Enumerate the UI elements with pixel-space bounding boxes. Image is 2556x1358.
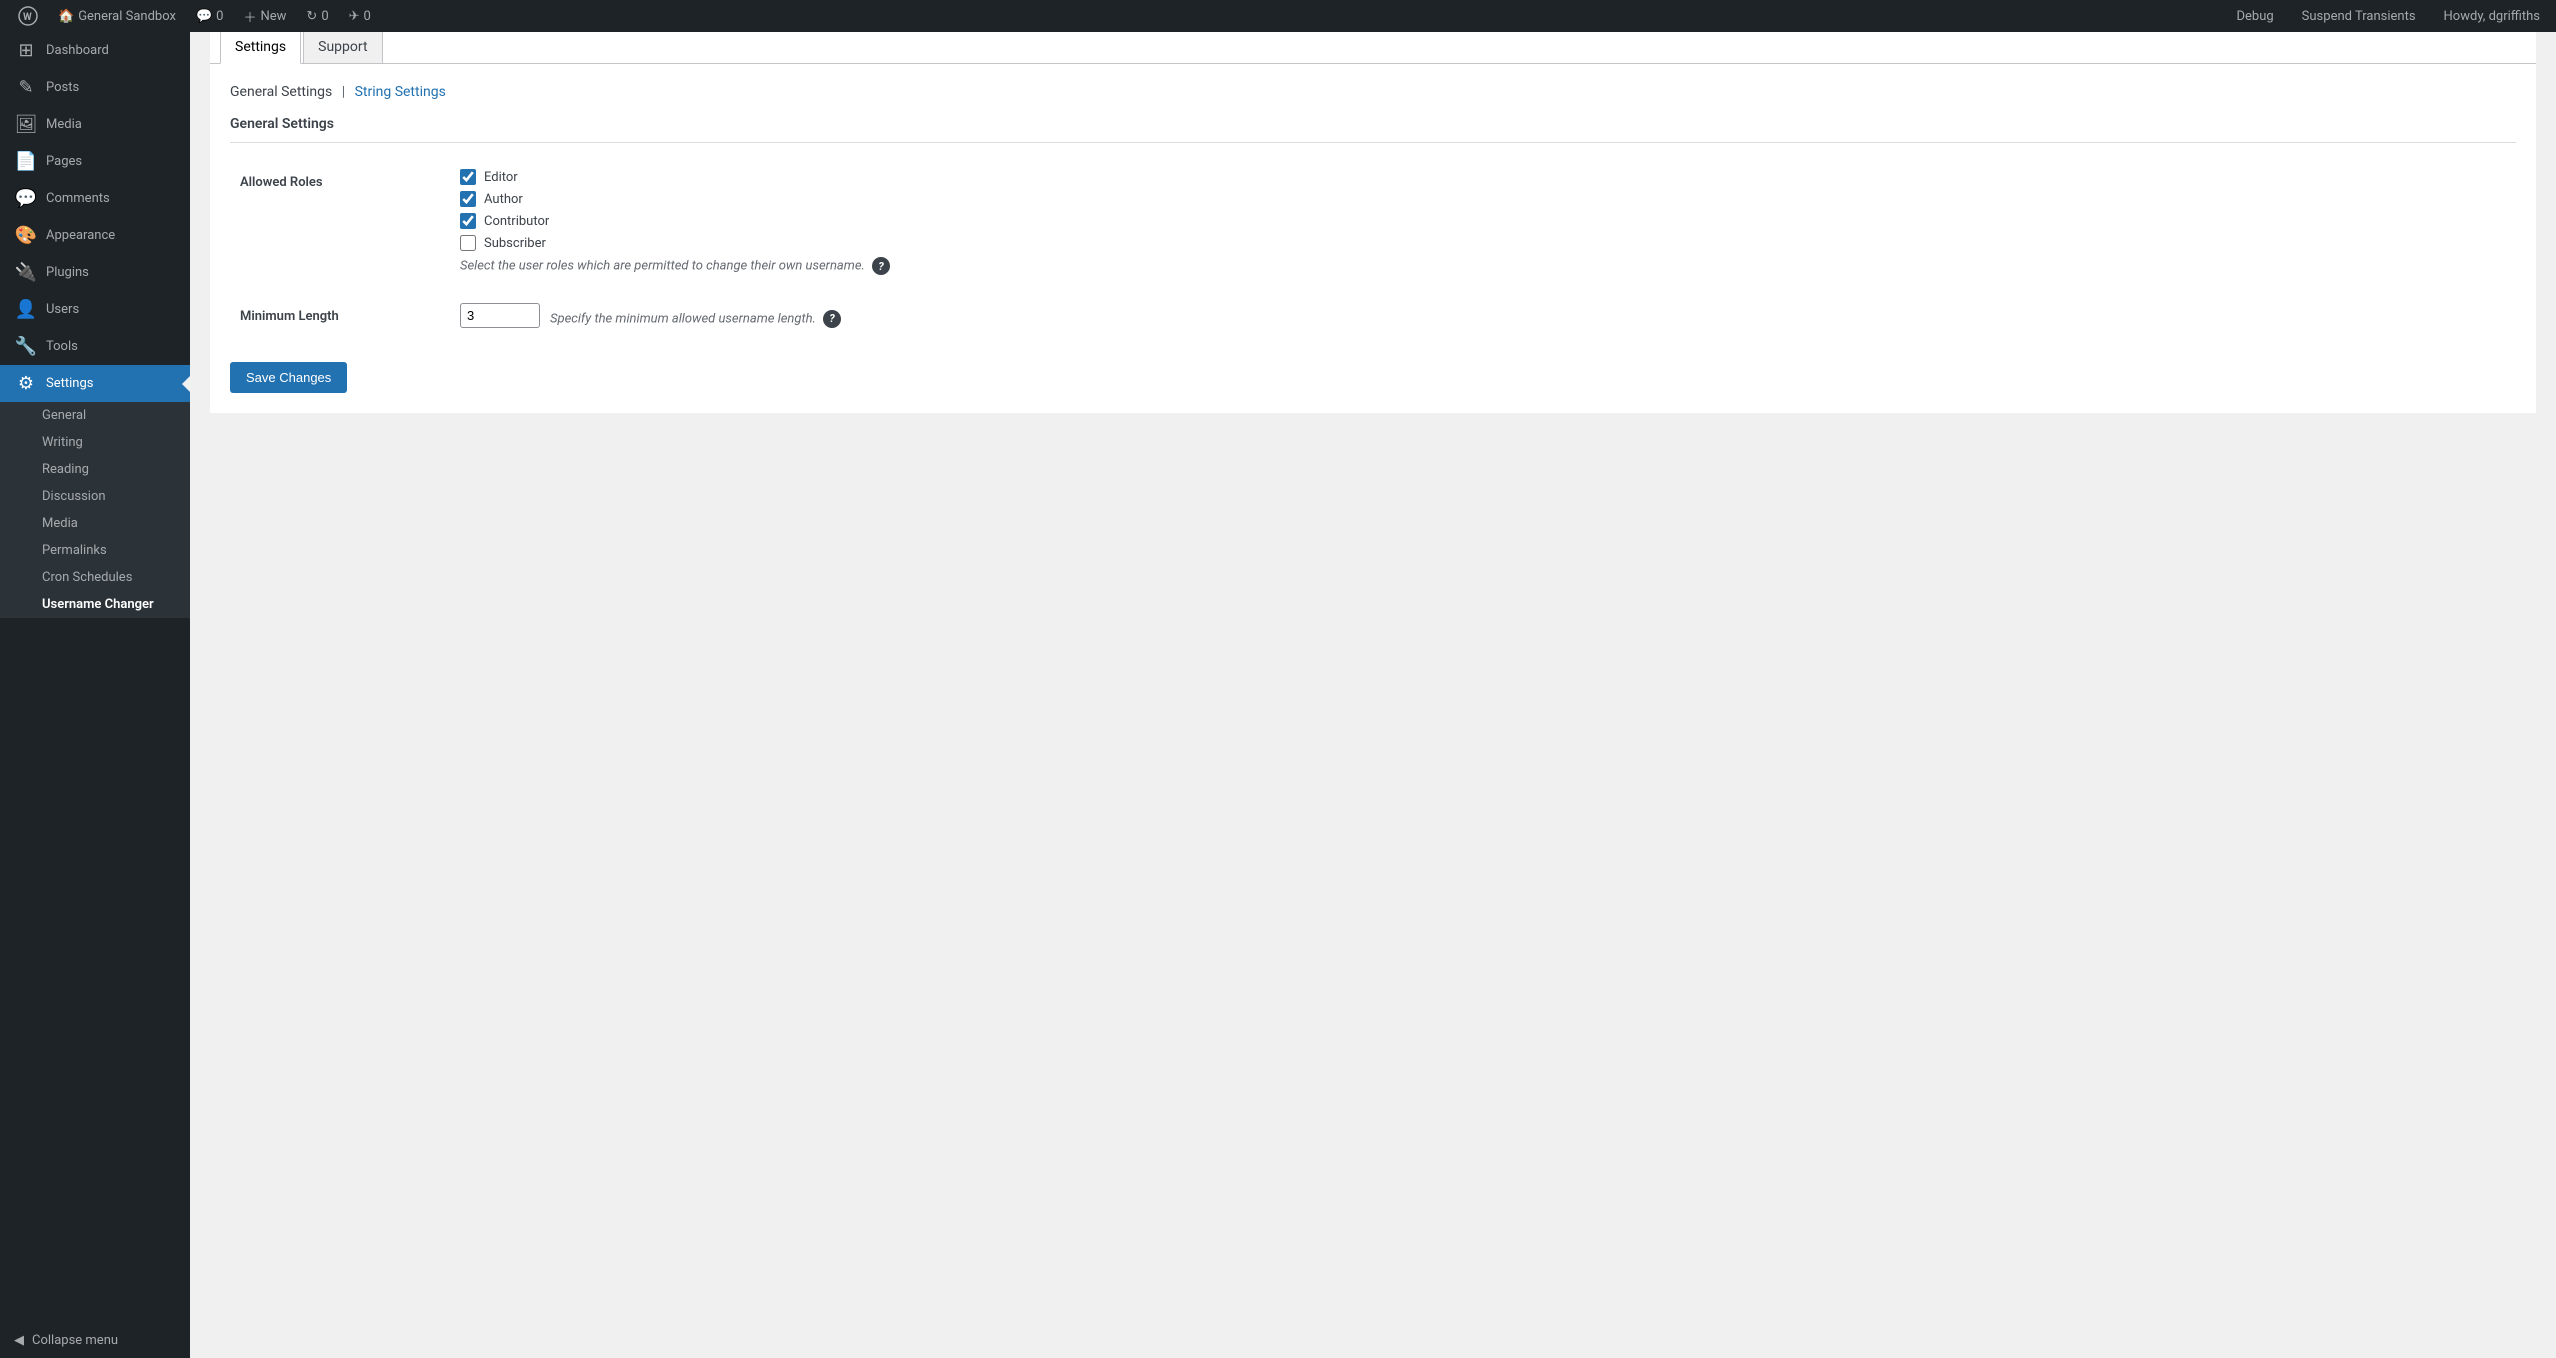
contributor-checkbox-row: Contributor	[460, 213, 2506, 229]
author-checkbox[interactable]	[460, 191, 476, 207]
dashboard-icon: ⊞	[14, 40, 38, 61]
plugins-icon: 🔌	[14, 262, 38, 283]
comments-icon: 💬	[196, 9, 212, 24]
sidebar-item-appearance[interactable]: 🎨 Appearance	[0, 217, 190, 254]
minimum-length-input[interactable]	[460, 303, 540, 328]
home-icon: 🏠	[58, 9, 74, 24]
save-section: Save Changes	[230, 362, 2516, 393]
contributor-checkbox[interactable]	[460, 213, 476, 229]
pages-icon: 📄	[14, 151, 38, 172]
current-indicator	[182, 376, 190, 392]
editor-label: Editor	[484, 170, 518, 185]
plus-icon: ＋	[243, 7, 256, 26]
users-icon: 👤	[14, 299, 38, 320]
editor-checkbox-row: Editor	[460, 169, 2506, 185]
svg-text:W: W	[23, 12, 32, 23]
submenu-item-media[interactable]: Media	[0, 510, 190, 537]
minimum-length-field: Specify the minimum allowed username len…	[450, 289, 2516, 342]
sidebar-item-users[interactable]: 👤 Users	[0, 291, 190, 328]
submenu-item-general[interactable]: General	[0, 402, 190, 429]
minimum-length-row: Minimum Length Specify the minimum allow…	[230, 289, 2516, 342]
section-title: General Settings	[230, 116, 2516, 143]
collapse-icon: ◀	[14, 1333, 24, 1348]
submenu-item-writing[interactable]: Writing	[0, 429, 190, 456]
settings-icon: ⚙	[14, 373, 38, 394]
updates-icon: ↻	[306, 9, 317, 24]
number-input-wrap: Specify the minimum allowed username len…	[460, 303, 2506, 328]
allowed-roles-help: Select the user roles which are permitte…	[460, 257, 2506, 275]
admin-bar: W 🏠 General Sandbox 💬 0 ＋ New ↻ 0 ✈ 0 De…	[0, 0, 2556, 32]
editor-checkbox[interactable]	[460, 169, 476, 185]
minimum-length-label: Minimum Length	[230, 289, 450, 342]
posts-icon: ✎	[14, 77, 38, 98]
subscriber-label: Subscriber	[484, 236, 546, 251]
settings-form-table: Allowed Roles Editor Author	[230, 155, 2516, 342]
activity-icon: ✈	[349, 9, 360, 24]
sidebar: ⊞ Dashboard ✎ Posts 🖼 Media 📄 Pages 💬 Co…	[0, 32, 190, 1358]
sidebar-item-tools[interactable]: 🔧 Tools	[0, 328, 190, 365]
minimum-length-help-icon[interactable]: ?	[823, 310, 841, 328]
sidebar-item-pages[interactable]: 📄 Pages	[0, 143, 190, 180]
content-wrap: Settings Support General Settings | Stri…	[210, 20, 2536, 413]
subscriber-checkbox[interactable]	[460, 235, 476, 251]
submenu-item-cron-schedules[interactable]: Cron Schedules	[0, 564, 190, 591]
new-content[interactable]: ＋ New	[235, 0, 294, 32]
allowed-roles-field: Editor Author Contributor	[450, 155, 2516, 289]
comments-link[interactable]: 💬 0	[188, 0, 232, 32]
string-settings-link[interactable]: String Settings	[355, 84, 446, 100]
contributor-label: Contributor	[484, 214, 549, 229]
tools-icon: 🔧	[14, 336, 38, 357]
sidebar-item-media[interactable]: 🖼 Media	[0, 106, 190, 143]
minimum-length-help: Specify the minimum allowed username len…	[550, 310, 841, 328]
submenu-item-discussion[interactable]: Discussion	[0, 483, 190, 510]
allowed-roles-row: Allowed Roles Editor Author	[230, 155, 2516, 289]
general-settings-link-text: General Settings	[230, 84, 332, 100]
settings-submenu: General Writing Reading Discussion Media…	[0, 402, 190, 618]
tab-settings[interactable]: Settings	[220, 30, 301, 64]
media-icon: 🖼	[14, 114, 38, 135]
subscriber-checkbox-row: Subscriber	[460, 235, 2506, 251]
sidebar-item-posts[interactable]: ✎ Posts	[0, 69, 190, 106]
allowed-roles-label: Allowed Roles	[230, 155, 450, 289]
site-name[interactable]: 🏠 General Sandbox	[50, 0, 184, 32]
wp-logo[interactable]: W	[10, 0, 46, 32]
tab-support[interactable]: Support	[303, 30, 382, 63]
sidebar-item-dashboard[interactable]: ⊞ Dashboard	[0, 32, 190, 69]
breadcrumb: General Settings | String Settings	[230, 84, 2516, 100]
user-menu[interactable]: Howdy, dgriffiths	[2438, 9, 2546, 24]
sidebar-item-settings[interactable]: ⚙ Settings	[0, 365, 190, 402]
save-changes-button[interactable]: Save Changes	[230, 362, 347, 393]
breadcrumb-separator: |	[342, 84, 345, 100]
submenu-item-reading[interactable]: Reading	[0, 456, 190, 483]
appearance-icon: 🎨	[14, 225, 38, 246]
sidebar-item-comments[interactable]: 💬 Comments	[0, 180, 190, 217]
activity[interactable]: ✈ 0	[341, 0, 379, 32]
author-checkbox-row: Author	[460, 191, 2506, 207]
suspend-transients-link[interactable]: Suspend Transients	[2296, 9, 2422, 24]
updates[interactable]: ↻ 0	[298, 0, 336, 32]
submenu-item-username-changer[interactable]: Username Changer	[0, 591, 190, 618]
author-label: Author	[484, 192, 523, 207]
debug-link[interactable]: Debug	[2230, 9, 2279, 24]
comments-icon: 💬	[14, 188, 38, 209]
main-content: Settings Support General Settings | Stri…	[190, 0, 2556, 433]
sidebar-menu: ⊞ Dashboard ✎ Posts 🖼 Media 📄 Pages 💬 Co…	[0, 32, 190, 1323]
submenu-item-permalinks[interactable]: Permalinks	[0, 537, 190, 564]
allowed-roles-help-icon[interactable]: ?	[872, 257, 890, 275]
collapse-menu-button[interactable]: ◀ Collapse menu	[0, 1323, 190, 1358]
sidebar-item-plugins[interactable]: 🔌 Plugins	[0, 254, 190, 291]
settings-content: General Settings | String Settings Gener…	[210, 64, 2536, 413]
